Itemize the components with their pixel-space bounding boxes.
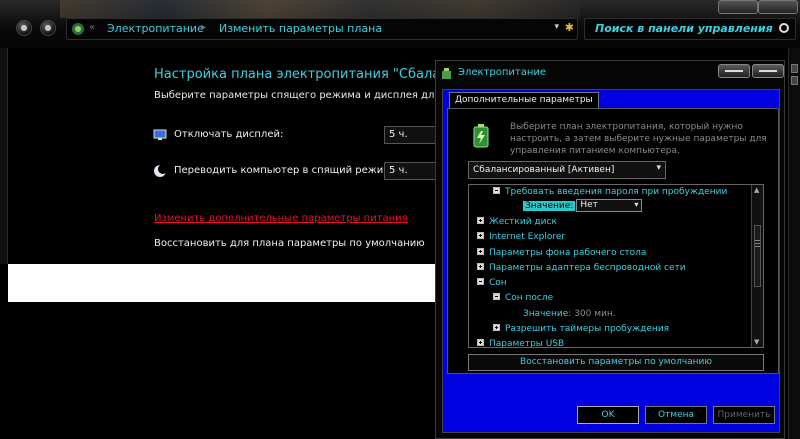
advanced-settings-panel: Выберите план электропитания, который ну… (447, 108, 779, 374)
tree-scrollbar[interactable]: ▲ ▼ (751, 185, 763, 347)
dialog-description: Выберите план электропитания, который ну… (510, 122, 767, 156)
display-icon (153, 129, 167, 140)
sleep-select[interactable]: 5 ч. (384, 162, 438, 180)
maximize-button[interactable] (758, 0, 798, 14)
tree-item-internet-explorer[interactable]: Internet Explorer (477, 232, 565, 244)
tree-item-sleep[interactable]: Сон (477, 278, 507, 290)
plan-select-value: Сбалансированный [Активен] (473, 165, 615, 175)
scroll-up-button[interactable] (791, 64, 798, 73)
expand-icon[interactable] (477, 232, 484, 239)
power-options-dialog: Электропитание Дополнительные параметры … (435, 60, 785, 439)
dialog-close-button[interactable] (752, 64, 784, 78)
tree-value-row: Значение: 300 мин. (523, 309, 616, 321)
sleep-after-value[interactable]: 300 мин. (574, 309, 615, 319)
dialog-title: Электропитание (458, 67, 547, 78)
value-label: Значение: (523, 309, 572, 319)
password-value-select[interactable]: Нет ▾ (576, 199, 643, 212)
cancel-button[interactable]: Отмена (645, 406, 707, 424)
address-bar[interactable]: « Электропитание ▸ Изменить параметры пл… (66, 18, 578, 40)
breadcrumb-separator[interactable]: ▸ (201, 22, 206, 33)
moon-icon (154, 164, 167, 177)
display-off-select[interactable]: 5 ч. (384, 126, 438, 144)
tree-value-row: Значение: Нет ▾ (523, 199, 643, 212)
minimize-button[interactable] (718, 0, 758, 14)
left-window-edge (0, 48, 8, 264)
collapse-icon[interactable] (493, 187, 500, 194)
search-box[interactable]: Поиск в панели управления (584, 18, 796, 40)
page-subtitle: Выберите параметры спящего режима и дисп… (154, 90, 473, 101)
scroll-grip (755, 240, 760, 248)
tree-item-wireless-adapter[interactable]: Параметры адаптера беспроводной сети (477, 263, 686, 275)
advanced-settings-link[interactable]: Изменить дополнительные параметры питани… (154, 213, 408, 224)
window-frame-decoration (60, 0, 580, 18)
collapse-icon[interactable] (493, 293, 500, 300)
ok-button[interactable]: OK (577, 406, 639, 424)
chevron-down-icon[interactable]: ▾ (554, 22, 559, 32)
page-title: Настройка плана электропитания "Сбаланси (154, 67, 465, 82)
display-off-label: Отключать дисплей: (174, 129, 284, 140)
tree-item-hard-disk[interactable]: Жесткий диск (477, 217, 557, 229)
dialog-body: Дополнительные параметры Выберите план э… (442, 89, 780, 433)
collapse-icon[interactable] (477, 278, 484, 285)
white-band (8, 264, 438, 302)
breadcrumb-root-separator[interactable]: « (89, 22, 95, 33)
chevron-down-icon: ▾ (656, 163, 661, 173)
page-scrollbar[interactable] (788, 48, 800, 439)
sleep-label: Переводить компьютер в спящий режим: (174, 165, 395, 176)
tree-item-usb[interactable]: Параметры USB (477, 339, 564, 347)
expand-icon[interactable] (493, 324, 500, 331)
apply-button[interactable]: Применить (713, 406, 775, 424)
tab-advanced-settings[interactable]: Дополнительные параметры (449, 92, 599, 108)
breadcrumb-edit-plan[interactable]: Изменить параметры плана (219, 22, 382, 35)
value-label: Значение: (523, 201, 576, 211)
expand-icon[interactable] (477, 263, 484, 270)
scroll-thumb[interactable] (754, 225, 761, 287)
expand-icon[interactable] (477, 339, 484, 346)
forward-button[interactable] (40, 20, 56, 36)
explorer-toolbar: « Электропитание ▸ Изменить параметры пл… (0, 0, 800, 48)
scroll-down-icon[interactable]: ▼ (754, 338, 759, 346)
scroll-up-icon[interactable]: ▲ (754, 186, 759, 194)
search-icon[interactable] (779, 23, 789, 33)
breadcrumb-power-options[interactable]: Электропитание (107, 22, 204, 35)
chevron-down-icon: ▾ (634, 200, 639, 209)
tree-item-desktop-background[interactable]: Параметры фона рабочего стола (477, 248, 646, 260)
dialog-help-button[interactable] (718, 64, 750, 78)
settings-tree[interactable]: Требовать введения пароля при пробуждени… (468, 184, 764, 348)
expand-icon[interactable] (477, 248, 484, 255)
refresh-icon[interactable]: ✱ (565, 21, 574, 34)
restore-plan-defaults-link[interactable]: Восстановить для плана параметры по умол… (154, 238, 425, 249)
restore-defaults-button[interactable]: Восстановить параметры по умолчанию (468, 354, 764, 371)
scroll-down-button[interactable] (791, 76, 798, 85)
expand-icon[interactable] (477, 217, 484, 224)
control-panel-icon (72, 23, 84, 35)
back-button[interactable] (16, 20, 32, 36)
battery-icon (473, 124, 489, 148)
plan-select[interactable]: Сбалансированный [Активен] ▾ (468, 161, 666, 179)
tree-item-sleep-after[interactable]: Сон после (493, 293, 553, 305)
tree-item-wake-timers[interactable]: Разрешить таймеры пробуждения (493, 324, 669, 336)
power-options-icon (442, 68, 451, 79)
tree-item-require-password[interactable]: Требовать введения пароля при пробуждени… (493, 187, 727, 199)
search-input[interactable]: Поиск в панели управления (595, 22, 773, 35)
